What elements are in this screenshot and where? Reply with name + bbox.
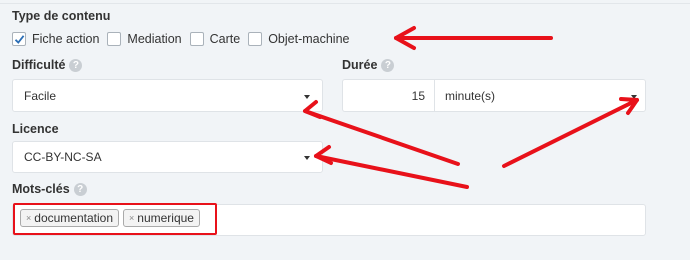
red-arrow	[303, 100, 460, 166]
annotation-arrows	[303, 26, 639, 189]
red-arrow	[502, 97, 639, 168]
red-arrow	[394, 26, 553, 50]
red-arrow	[314, 145, 469, 189]
